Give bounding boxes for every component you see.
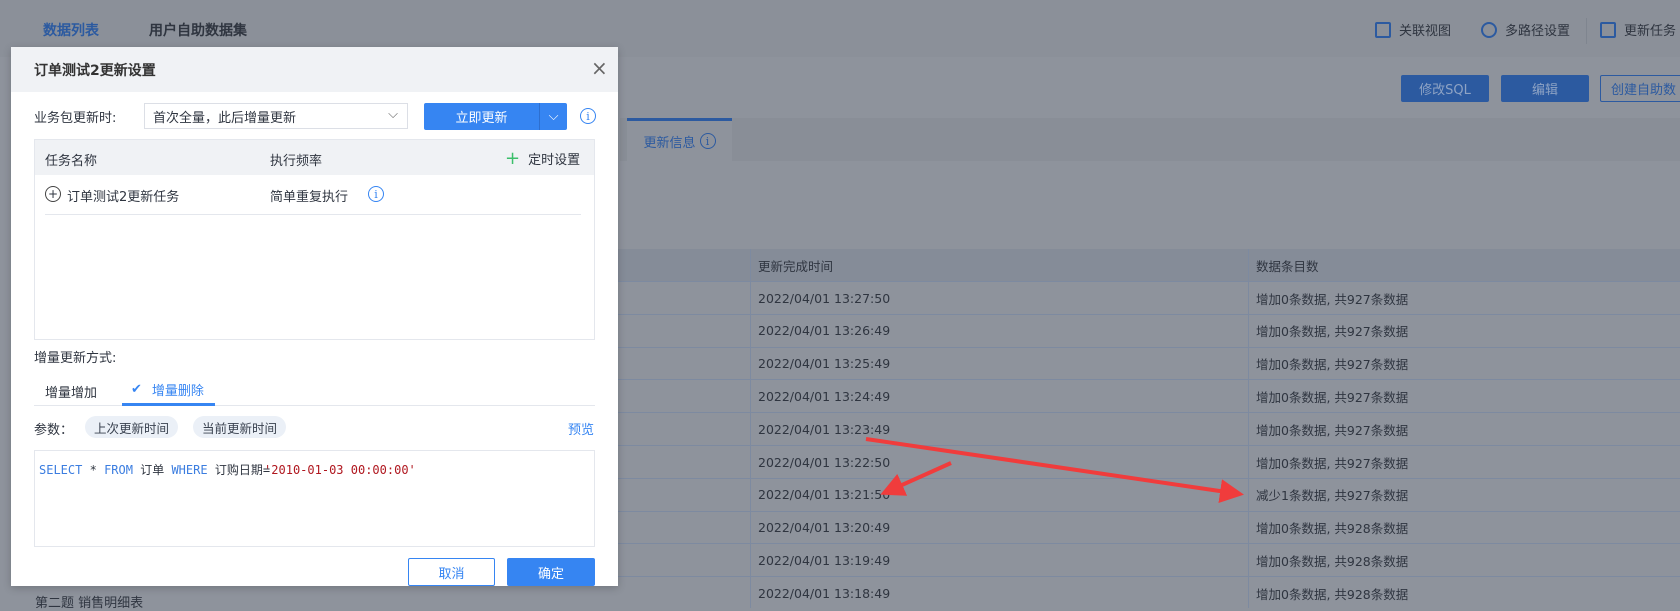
tab-user-dataset[interactable]: 用户自助数据集 bbox=[149, 20, 247, 40]
sql-keyword: WHERE bbox=[171, 463, 208, 477]
param-current-update-time[interactable]: 当前更新时间 bbox=[193, 416, 287, 438]
tab-incremental-add[interactable]: 增量增加 bbox=[45, 382, 97, 401]
label: 定时设置 bbox=[528, 153, 581, 168]
task-refresh-icon bbox=[1600, 21, 1616, 38]
related-view-button[interactable]: 关联视图 bbox=[1375, 20, 1451, 39]
params-label: 参数： bbox=[34, 423, 74, 438]
label: 增量删除 bbox=[151, 383, 204, 399]
header-record-count: 数据条目数 bbox=[1256, 258, 1319, 274]
info-icon[interactable]: i bbox=[368, 186, 384, 202]
finish-time: 2022/04/01 13:21:50 bbox=[758, 487, 891, 503]
schedule-button[interactable]: + 定时设置 bbox=[505, 148, 580, 169]
task-table: 任务名称 执行频率 + 定时设置 + 订单测试2更新任务 简单重复执行 i bbox=[34, 139, 595, 340]
record-count: 增加0条数据, 共927条数据 bbox=[1256, 291, 1409, 307]
record-count: 增加0条数据, 共927条数据 bbox=[1256, 422, 1409, 438]
sql-keyword: FROM bbox=[104, 463, 133, 477]
info-icon[interactable]: i bbox=[580, 108, 596, 124]
finish-time: 2022/04/01 13:22:50 bbox=[758, 454, 891, 470]
related-view-icon bbox=[1375, 21, 1391, 38]
update-now-split-button[interactable]: 立即更新 ⌵ bbox=[424, 103, 567, 130]
chevron-down-icon[interactable]: ⌵ bbox=[539, 103, 567, 130]
create-dataset-button[interactable]: 创建自助数 bbox=[1600, 75, 1680, 102]
cancel-button[interactable]: 取消 bbox=[408, 558, 495, 586]
incremental-mode-label: 增量更新方式: bbox=[34, 351, 117, 366]
tab-data-list[interactable]: 数据列表 bbox=[43, 20, 99, 40]
sql-text: 订购日期= bbox=[214, 463, 271, 477]
record-count: 增加0条数据, 共927条数据 bbox=[1256, 455, 1409, 471]
divider bbox=[1586, 18, 1587, 44]
selected-value: 首次全量，此后增量更新 bbox=[153, 110, 297, 126]
record-count: 增加0条数据, 共927条数据 bbox=[1256, 389, 1409, 405]
hierarchy-icon bbox=[1481, 21, 1497, 38]
finish-time: 2022/04/01 13:24:49 bbox=[758, 388, 891, 404]
sql-text: * bbox=[89, 463, 97, 477]
edit-button[interactable]: 编辑 bbox=[1501, 75, 1589, 102]
task-name: 订单测试2更新任务 bbox=[67, 190, 180, 205]
tab-update-info[interactable]: 更新信息 i bbox=[627, 118, 732, 161]
record-count: 增加0条数据, 共928条数据 bbox=[1256, 521, 1409, 537]
update-settings-dialog: 订单测试2更新设置 × 业务包更新时: 首次全量，此后增量更新 ⌵ 立即更新 ⌵… bbox=[11, 47, 618, 586]
sql-string: '2010-01-03 00:00:00' bbox=[264, 463, 416, 477]
divider bbox=[34, 405, 595, 406]
param-last-update-time[interactable]: 上次更新时间 bbox=[85, 416, 179, 438]
sql-editor[interactable]: SELECT * FROM 订单 WHERE 订购日期='2010-01-03 … bbox=[34, 450, 595, 547]
label: 多路径设置 bbox=[1505, 24, 1571, 39]
label: 关联视图 bbox=[1399, 24, 1452, 39]
sql-keyword: SELECT bbox=[39, 463, 83, 477]
sidebar-item[interactable]: 第二题 销售明细表 bbox=[35, 592, 143, 611]
finish-time: 2022/04/01 13:23:49 bbox=[758, 421, 891, 437]
update-task-button[interactable]: 更新任务 bbox=[1600, 20, 1676, 39]
finish-time: 2022/04/01 13:19:49 bbox=[758, 552, 891, 568]
preview-link[interactable]: 预览 bbox=[568, 419, 594, 438]
record-count: 增加0条数据, 共927条数据 bbox=[1256, 324, 1409, 340]
record-count: 增加0条数据, 共928条数据 bbox=[1256, 553, 1409, 569]
task-frequency: 简单重复执行 bbox=[270, 190, 349, 205]
tab-incremental-delete[interactable]: ✔ 增量删除 bbox=[122, 375, 215, 406]
chevron-down-icon: ⌵ bbox=[388, 107, 398, 122]
header-task-name: 任务名称 bbox=[45, 154, 98, 169]
dialog-title: 订单测试2更新设置 bbox=[34, 63, 156, 79]
finish-time: 2022/04/01 13:26:49 bbox=[758, 323, 891, 339]
update-now-button[interactable]: 立即更新 bbox=[424, 103, 539, 130]
column-divider bbox=[750, 249, 751, 608]
record-count: 增加0条数据, 共927条数据 bbox=[1256, 357, 1409, 373]
edit-sql-button[interactable]: 修改SQL bbox=[1401, 75, 1489, 102]
multipath-button[interactable]: 多路径设置 bbox=[1481, 20, 1570, 39]
task-row[interactable]: + 订单测试2更新任务 简单重复执行 i bbox=[45, 175, 581, 215]
record-count: 减少1条数据, 共927条数据 bbox=[1256, 488, 1409, 504]
finish-time: 2022/04/01 13:27:50 bbox=[758, 290, 891, 306]
sql-text: 订单 bbox=[140, 463, 165, 477]
confirm-button[interactable]: 确定 bbox=[507, 558, 595, 586]
finish-time: 2022/04/01 13:18:49 bbox=[758, 585, 891, 601]
column-divider bbox=[1248, 249, 1249, 608]
plus-icon: + bbox=[505, 148, 521, 169]
content-tabbar bbox=[620, 118, 1680, 161]
finish-time: 2022/04/01 13:20:49 bbox=[758, 520, 891, 536]
label: 更新任务 bbox=[1624, 24, 1677, 39]
close-icon[interactable]: × bbox=[591, 56, 608, 80]
finish-time: 2022/04/01 13:25:49 bbox=[758, 356, 891, 372]
expand-icon[interactable]: + bbox=[45, 186, 61, 202]
label: 更新信息 bbox=[643, 135, 696, 151]
check-icon: ✔ bbox=[131, 381, 142, 397]
record-count: 增加0条数据, 共928条数据 bbox=[1256, 586, 1409, 602]
header-frequency: 执行频率 bbox=[270, 154, 323, 169]
update-mode-label: 业务包更新时: bbox=[34, 111, 117, 126]
header-finish-time: 更新完成时间 bbox=[758, 258, 834, 274]
update-mode-select[interactable]: 首次全量，此后增量更新 ⌵ bbox=[144, 103, 408, 129]
info-icon: i bbox=[699, 133, 716, 149]
